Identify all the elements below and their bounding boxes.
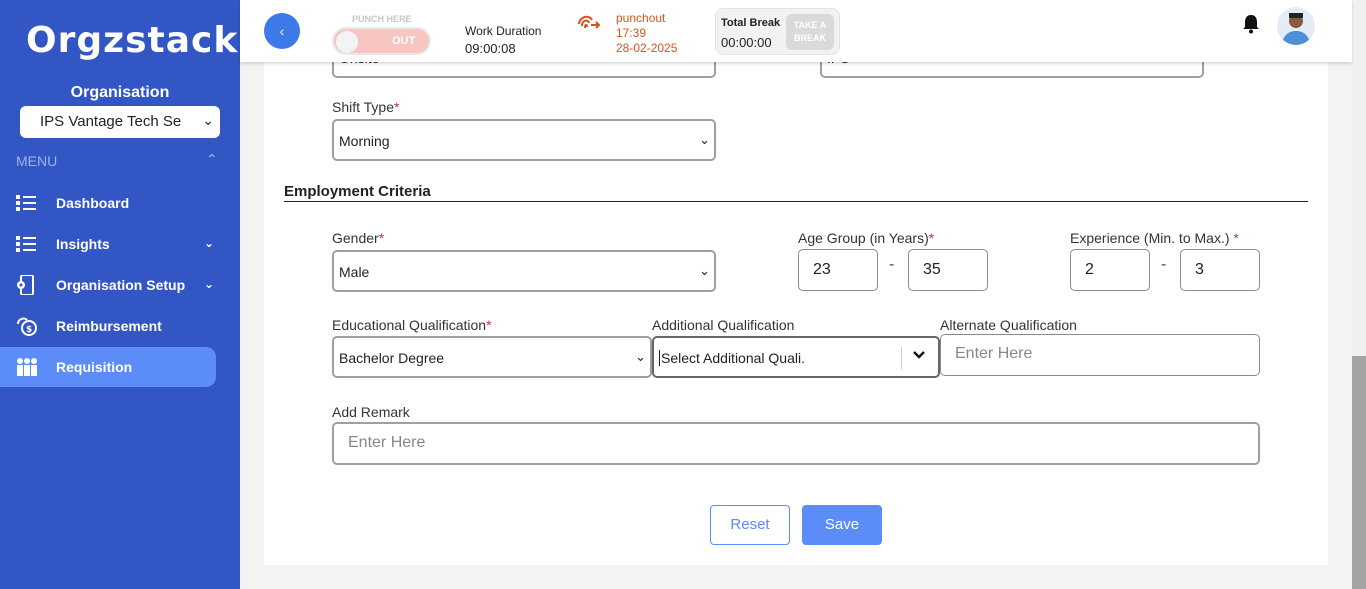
punch-toggle-text: OUT bbox=[392, 35, 416, 47]
punch-toggle[interactable]: OUT bbox=[332, 27, 431, 55]
chevron-down-icon: ⌄ bbox=[699, 263, 710, 278]
scrollbar-thumb[interactable] bbox=[1352, 356, 1366, 589]
total-break-value: 00:00:00 bbox=[721, 35, 772, 50]
take-break-line1: TAKE A bbox=[793, 20, 827, 30]
additional-qualification-placeholder: Select Additional Quali. bbox=[659, 350, 805, 366]
required-mark: * bbox=[486, 317, 492, 333]
additional-qualification-label: Additional Qualification bbox=[652, 317, 795, 333]
total-break-box: Total Break 00:00:00 TAKE A BREAK bbox=[715, 8, 840, 55]
age-max-value: 35 bbox=[923, 261, 941, 278]
remark-placeholder: Enter Here bbox=[348, 434, 426, 451]
range-separator: - bbox=[889, 256, 895, 273]
organisation-select-value: IPS Vantage Tech Se bbox=[40, 113, 182, 130]
shift-type-select[interactable]: Morning ⌄ bbox=[332, 119, 716, 161]
gender-value: Male bbox=[339, 264, 370, 280]
sidebar-item-label: Reimbursement bbox=[56, 318, 162, 334]
sidebar-item-insights[interactable]: Insights ⌄ bbox=[0, 224, 216, 264]
chevron-down-icon[interactable] bbox=[912, 348, 926, 365]
shift-type-value: Morning bbox=[339, 133, 390, 149]
range-separator: - bbox=[1161, 256, 1167, 273]
age-max-input[interactable]: 35 bbox=[908, 249, 988, 291]
section-divider bbox=[284, 201, 1308, 202]
sidebar-item-label: Organisation Setup bbox=[56, 277, 186, 293]
top-bar: ‹ PUNCH HERE OUT Work Duration 09:00:08 … bbox=[240, 0, 1352, 62]
organisation-setup-icon bbox=[0, 275, 56, 295]
organisation-label: Organisation bbox=[70, 84, 170, 101]
toggle-knob bbox=[336, 31, 358, 53]
shift-type-label: Shift Type* bbox=[332, 99, 399, 115]
back-button[interactable]: ‹ bbox=[264, 13, 300, 49]
app-logo: Orgzstack bbox=[26, 20, 239, 61]
required-mark: * bbox=[378, 230, 385, 246]
menu-label: MENU bbox=[16, 153, 58, 169]
educational-qualification-select[interactable]: Bachelor Degree ⌄ bbox=[332, 336, 652, 378]
experience-max-value: 3 bbox=[1195, 261, 1204, 278]
gender-label-text: Gender bbox=[332, 230, 379, 246]
educational-qualification-label-text: Educational Qualification bbox=[332, 317, 487, 333]
alternate-qualification-label: Alternate Qualification bbox=[940, 317, 1077, 333]
sidebar-item-label: Insights bbox=[56, 236, 110, 252]
sidebar-item-reimbursement[interactable]: $ Reimbursement bbox=[0, 306, 216, 346]
chevron-down-icon: ⌄ bbox=[203, 277, 214, 291]
alternate-qualification-placeholder: Enter Here bbox=[955, 345, 1033, 362]
bell-icon[interactable] bbox=[1242, 14, 1260, 39]
punch-label: PUNCH HERE bbox=[352, 14, 412, 24]
sidebar-item-dashboard[interactable]: Dashboard bbox=[0, 183, 216, 223]
punchout-label: punchout bbox=[616, 11, 666, 25]
work-duration-label: Work Duration bbox=[465, 24, 542, 38]
work-duration-value: 09:00:08 bbox=[465, 41, 516, 56]
required-mark: * bbox=[1233, 230, 1239, 246]
age-min-value: 23 bbox=[813, 261, 831, 278]
gender-label: Gender* bbox=[332, 230, 384, 246]
organisation-select[interactable]: IPS Vantage Tech Se ⌄ bbox=[20, 106, 220, 138]
sidebar: Orgzstack Organisation IPS Vantage Tech … bbox=[0, 0, 240, 589]
experience-label: Experience (Min. to Max.) * bbox=[1070, 230, 1239, 246]
experience-label-text: Experience (Min. to Max.) bbox=[1070, 230, 1230, 246]
age-min-input[interactable]: 23 bbox=[798, 249, 878, 291]
section-title: Employment Criteria bbox=[284, 183, 431, 200]
sidebar-item-label: Dashboard bbox=[56, 195, 130, 211]
requisition-icon bbox=[0, 357, 56, 377]
collapse-menu-icon[interactable]: ⌃ bbox=[206, 151, 218, 168]
save-button[interactable]: Save bbox=[802, 505, 882, 545]
sidebar-item-requisition[interactable]: Requisition bbox=[0, 347, 216, 387]
take-break-button[interactable]: TAKE A BREAK bbox=[786, 14, 834, 50]
sidebar-item-label: Requisition bbox=[56, 359, 133, 375]
insights-icon bbox=[0, 235, 56, 253]
required-mark: * bbox=[928, 230, 935, 246]
select-divider bbox=[901, 347, 902, 369]
chevron-down-icon: ⌄ bbox=[699, 132, 710, 147]
required-mark: * bbox=[394, 99, 400, 115]
chevron-down-icon: ⌄ bbox=[203, 236, 214, 250]
total-break-label: Total Break bbox=[721, 17, 781, 29]
shift-type-label-text: Shift Type bbox=[332, 99, 395, 115]
chevron-left-icon: ‹ bbox=[279, 23, 285, 39]
reset-button[interactable]: Reset bbox=[710, 505, 790, 545]
avatar[interactable] bbox=[1277, 7, 1315, 45]
age-group-label: Age Group (in Years)* bbox=[798, 230, 934, 246]
remark-input[interactable]: Enter Here bbox=[332, 422, 1260, 465]
punchout-date: 28-02-2025 bbox=[616, 41, 678, 55]
punchout-time: 17:39 bbox=[616, 26, 647, 40]
reimbursement-icon: $ bbox=[0, 316, 56, 336]
dashboard-icon bbox=[0, 194, 56, 212]
age-group-label-text: Age Group (in Years) bbox=[798, 230, 929, 246]
sidebar-item-organisation-setup[interactable]: Organisation Setup ⌄ bbox=[0, 265, 216, 305]
alternate-qualification-input[interactable]: Enter Here bbox=[940, 334, 1260, 376]
svg-text:$: $ bbox=[26, 325, 32, 335]
fingerprint-icon bbox=[576, 12, 602, 39]
chevron-down-icon: ⌄ bbox=[202, 112, 214, 128]
experience-min-value: 2 bbox=[1085, 261, 1094, 278]
experience-max-input[interactable]: 3 bbox=[1180, 249, 1260, 291]
experience-min-input[interactable]: 2 bbox=[1070, 249, 1150, 291]
educational-qualification-label: Educational Qualification* bbox=[332, 317, 492, 333]
educational-qualification-value: Bachelor Degree bbox=[339, 350, 445, 366]
take-break-line2: BREAK bbox=[793, 33, 826, 43]
remark-label: Add Remark bbox=[332, 404, 410, 420]
punchout-info: punchout 17:39 28-02-2025 bbox=[616, 11, 677, 56]
gender-select[interactable]: Male ⌄ bbox=[332, 250, 716, 292]
additional-qualification-select[interactable]: Select Additional Quali. bbox=[652, 336, 940, 378]
chevron-down-icon: ⌄ bbox=[635, 349, 646, 364]
